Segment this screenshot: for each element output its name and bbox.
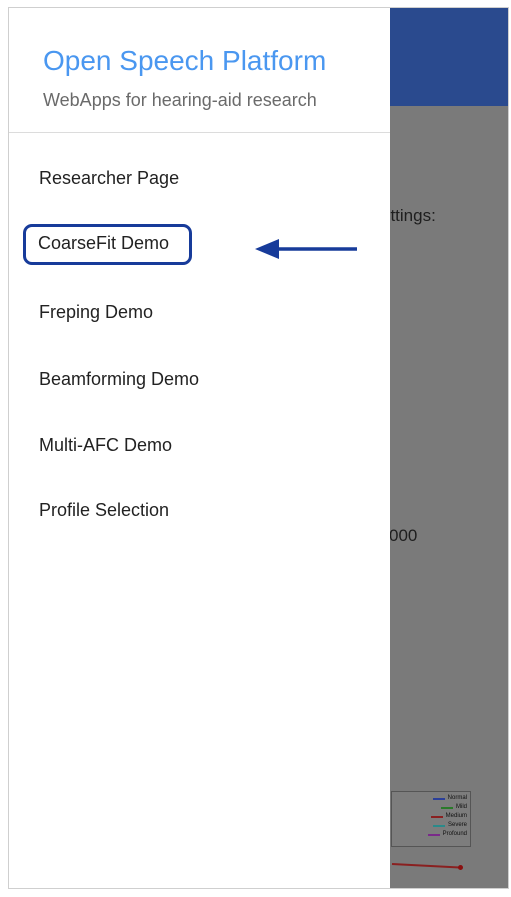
- drawer-header: Open Speech Platform WebApps for hearing…: [9, 8, 390, 133]
- left-arrow-icon: [255, 239, 357, 259]
- nav-item-profile-selection[interactable]: Profile Selection: [39, 500, 169, 521]
- chart-point: [458, 865, 463, 870]
- nav-item-coarsefit-demo[interactable]: CoarseFit Demo: [23, 224, 193, 265]
- legend-item: Normal: [395, 794, 467, 803]
- legend-item: Severe: [395, 821, 467, 830]
- chart-legend: Normal Mild Medium Severe Profound: [391, 791, 471, 847]
- nav-item-multi-afc-demo[interactable]: Multi-AFC Demo: [39, 435, 172, 456]
- drawer-subtitle: WebApps for hearing-aid research: [43, 90, 317, 110]
- nav-item-beamforming-demo[interactable]: Beamforming Demo: [39, 369, 199, 390]
- legend-item: Profound: [395, 830, 467, 839]
- nav-item-freping-demo[interactable]: Freping Demo: [39, 302, 153, 323]
- legend-item: Medium: [395, 812, 467, 821]
- drawer-title: Open Speech Platform: [43, 45, 327, 76]
- navigation-drawer: Open Speech Platform WebApps for hearing…: [9, 8, 390, 888]
- nav-item-researcher-page[interactable]: Researcher Page: [39, 168, 179, 189]
- legend-item: Mild: [395, 803, 467, 812]
- background-number-text: 000: [389, 526, 418, 545]
- app-screen: ettings: 000 Normal Mild Medium Severe P…: [8, 7, 509, 889]
